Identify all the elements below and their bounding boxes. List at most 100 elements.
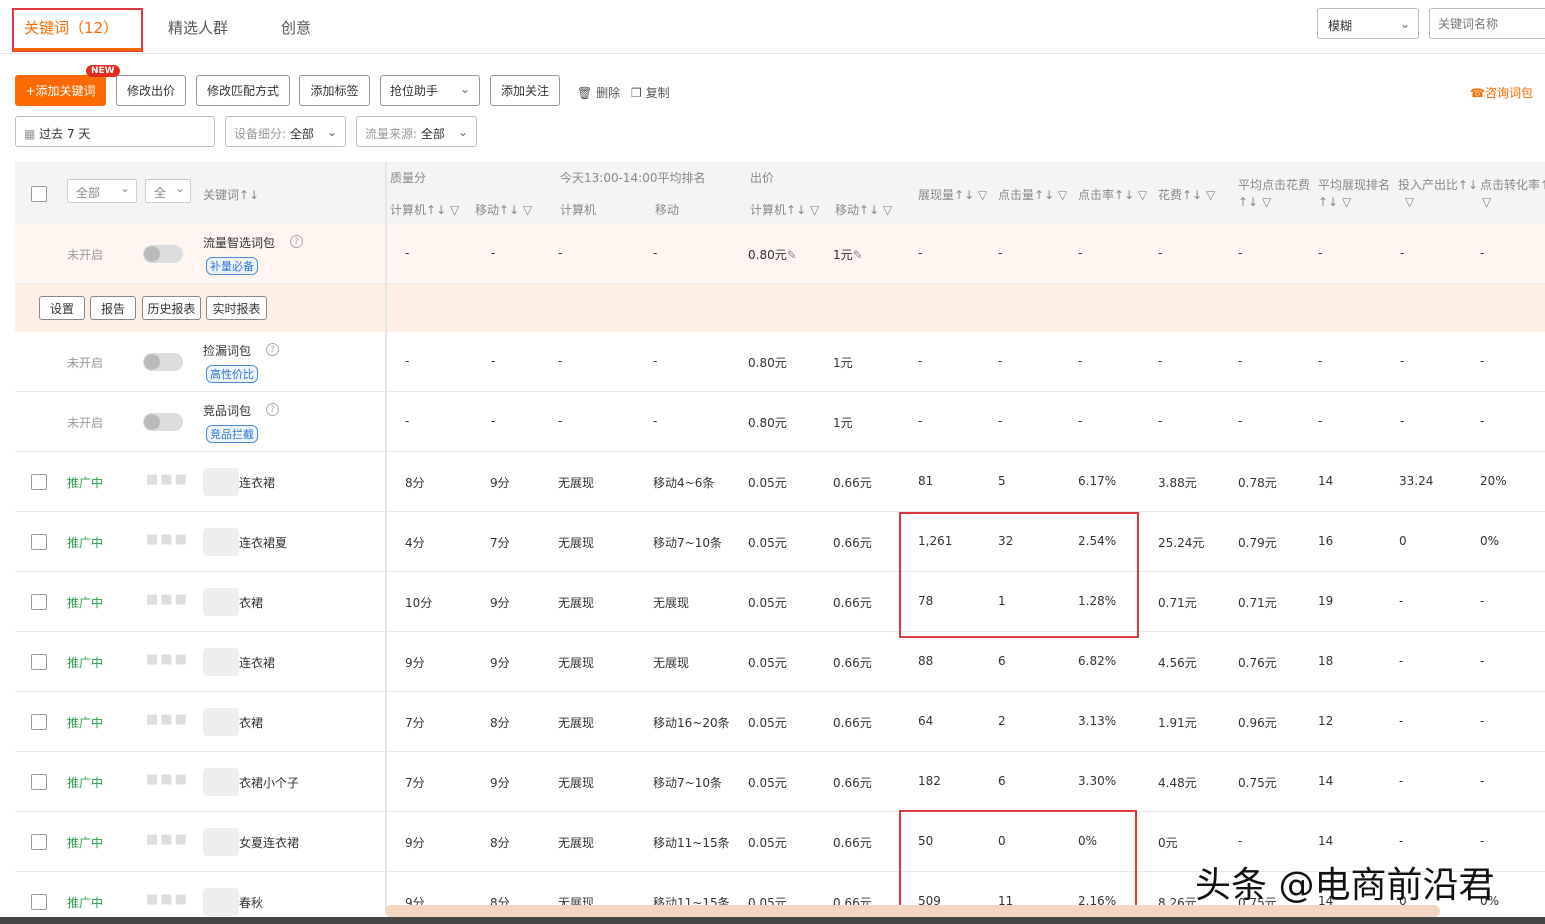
match-type-select[interactable]: 模糊 ⌄ (1317, 8, 1419, 39)
history-report-button[interactable]: 历史报表 (142, 296, 201, 320)
realtime-report-button[interactable]: 实时报表 (206, 296, 267, 320)
filter-icon: ▽ (522, 203, 533, 217)
cell-bid-pc[interactable]: 0.05元 (748, 714, 787, 731)
cell-bid-mobile[interactable]: 0.66元 (833, 654, 872, 671)
col-bid-pc[interactable]: 计算机↑↓ ▽ (750, 201, 819, 218)
edit-icon[interactable]: ✎ (787, 248, 797, 262)
cell-bid-pc[interactable]: 0.05元 (748, 534, 787, 551)
keyword-name[interactable]: 衣裙 (239, 714, 263, 731)
row-checkbox[interactable] (31, 594, 47, 610)
col-keyword[interactable]: 关键词↑↓ (203, 186, 259, 203)
add-follow-button[interactable]: 添加关注 (490, 75, 560, 106)
rank-helper-dropdown[interactable]: 抢位助手 ⌄ (380, 75, 480, 106)
cell-cost: - (1158, 246, 1163, 260)
cell-ctr: 6.82% (1078, 654, 1117, 668)
col-cost[interactable]: 花费↑↓ ▽ (1158, 186, 1215, 203)
cell-bid-mobile[interactable]: 0.66元 (833, 474, 872, 491)
tab-keywords[interactable]: 关键词（12） (24, 17, 118, 38)
copy-button[interactable]: ❐ 复制 (631, 84, 670, 101)
report-button[interactable]: 报告 (90, 296, 136, 320)
type-filter-select[interactable]: 全 ⌄ (145, 179, 191, 203)
col-roi[interactable]: 投入产出比↑↓ (1398, 176, 1478, 193)
add-keyword-button[interactable]: +添加关键词 (15, 75, 106, 106)
col-quality-mobile[interactable]: 移动↑↓ ▽ (475, 201, 532, 218)
cell-bid-pc[interactable]: 0.05元 (748, 834, 787, 851)
help-icon[interactable]: ? (266, 403, 279, 416)
cell-bid-mobile[interactable]: 0.66元 (833, 594, 872, 611)
rating-icon: ■■■ (146, 892, 189, 907)
cell-bid-pc[interactable]: 0.05元 (748, 774, 787, 791)
row-checkbox[interactable] (31, 834, 47, 850)
edit-icon[interactable]: ✎ (853, 248, 863, 262)
package-toggle[interactable] (143, 353, 183, 371)
cell-bid-pc[interactable]: 0.05元 (748, 594, 787, 611)
redacted-text (203, 648, 239, 676)
keyword-name[interactable]: 衣裙 (239, 594, 263, 611)
cell-avg-cpc: - (1238, 414, 1243, 428)
cell-avg-rank: 14 (1318, 834, 1334, 848)
tab-creative[interactable]: 创意 (281, 17, 311, 38)
cell-bid-mobile[interactable]: 0.66元 (833, 534, 872, 551)
traffic-source-filter[interactable]: 流量来源: 全部 ⌄ (356, 116, 477, 147)
col-avg-rank[interactable]: 平均展现排名 (1318, 176, 1390, 193)
row-checkbox[interactable] (31, 774, 47, 790)
col-clicks[interactable]: 点击量↑↓ ▽ (998, 186, 1067, 203)
col-cvr[interactable]: 点击转化率↑↓ (1480, 176, 1545, 193)
chevron-down-icon: ⌄ (459, 82, 470, 96)
package-toggle[interactable] (143, 413, 183, 431)
sort-icon: ↑↓ (1114, 188, 1135, 202)
delete-button[interactable]: 🗑 删除 (577, 84, 620, 101)
cell-bid-mobile[interactable]: 1元✎ (833, 246, 863, 263)
tab-audience[interactable]: 精选人群 (168, 17, 228, 38)
bottom-bar (0, 917, 1545, 924)
cell-bid-pc[interactable]: 0.05元 (748, 474, 787, 491)
col-avg-rank-controls[interactable]: ↑↓ ▽ (1318, 195, 1351, 209)
keyword-name[interactable]: 春秋 (239, 894, 263, 911)
modify-bid-button[interactable]: 修改出价 (116, 75, 186, 106)
settings-button[interactable]: 设置 (39, 296, 85, 320)
keyword-name[interactable]: 连衣裙夏 (239, 534, 287, 551)
cell-avg-rank: 18 (1318, 654, 1334, 668)
cell-impressions: 182 (918, 774, 941, 788)
row-checkbox[interactable] (31, 894, 47, 910)
cell-avg-cpc: - (1238, 834, 1243, 848)
col-quality-pc[interactable]: 计算机↑↓ ▽ (390, 201, 459, 218)
device-filter[interactable]: 设备细分: 全部 ⌄ (225, 116, 346, 147)
col-avg-cpc-controls[interactable]: ↑↓ ▽ (1238, 195, 1271, 209)
calendar-icon: ▦ (24, 127, 36, 141)
cell-bid-mobile[interactable]: 0.66元 (833, 714, 872, 731)
cell-avg-cpc: 0.79元 (1238, 536, 1277, 550)
modify-match-button[interactable]: 修改匹配方式 (196, 75, 290, 106)
help-icon[interactable]: ? (266, 343, 279, 356)
row-checkbox[interactable] (31, 534, 47, 550)
row-checkbox[interactable] (31, 714, 47, 730)
package-toggle[interactable] (143, 245, 183, 263)
keyword-search-input[interactable] (1429, 8, 1545, 39)
col-avg-cpc[interactable]: 平均点击花费 (1238, 176, 1310, 193)
row-checkbox[interactable] (31, 654, 47, 670)
status-filter-select[interactable]: 全部 ⌄ (67, 179, 137, 203)
date-range-picker[interactable]: ▦ 过去 7 天 (15, 116, 215, 147)
filter-icon[interactable]: ▽ (1482, 195, 1491, 209)
cell-bid-mobile[interactable]: 0.66元 (833, 834, 872, 851)
keyword-name[interactable]: 连衣裙 (239, 654, 275, 671)
keyword-name[interactable]: 女夏连衣裙 (239, 834, 299, 851)
cell-bid-pc[interactable]: 0.05元 (748, 654, 787, 671)
filter-icon: ▽ (1261, 195, 1272, 209)
col-quality-mobile-label: 移动 (475, 203, 500, 217)
row-checkbox[interactable] (31, 474, 47, 490)
filter-icon[interactable]: ▽ (1405, 195, 1414, 209)
col-bid-mobile[interactable]: 移动↑↓ ▽ (835, 201, 892, 218)
select-all-checkbox[interactable] (31, 186, 47, 202)
cell-bid-mobile[interactable]: 0.66元 (833, 774, 872, 791)
keyword-name[interactable]: 连衣裙 (239, 474, 275, 491)
col-impressions[interactable]: 展现量↑↓ ▽ (918, 186, 987, 203)
add-tag-button[interactable]: 添加标签 (299, 75, 370, 106)
cell-roi: - (1399, 774, 1404, 788)
help-icon[interactable]: ? (290, 235, 303, 248)
consult-package-link[interactable]: ☎咨询词包 (1470, 84, 1533, 101)
col-rank-mobile: 移动 (655, 203, 680, 217)
keyword-name[interactable]: 衣裙小个子 (239, 774, 299, 791)
cell-bid-pc[interactable]: 0.80元✎ (748, 246, 797, 263)
col-ctr[interactable]: 点击率↑↓ ▽ (1078, 186, 1147, 203)
